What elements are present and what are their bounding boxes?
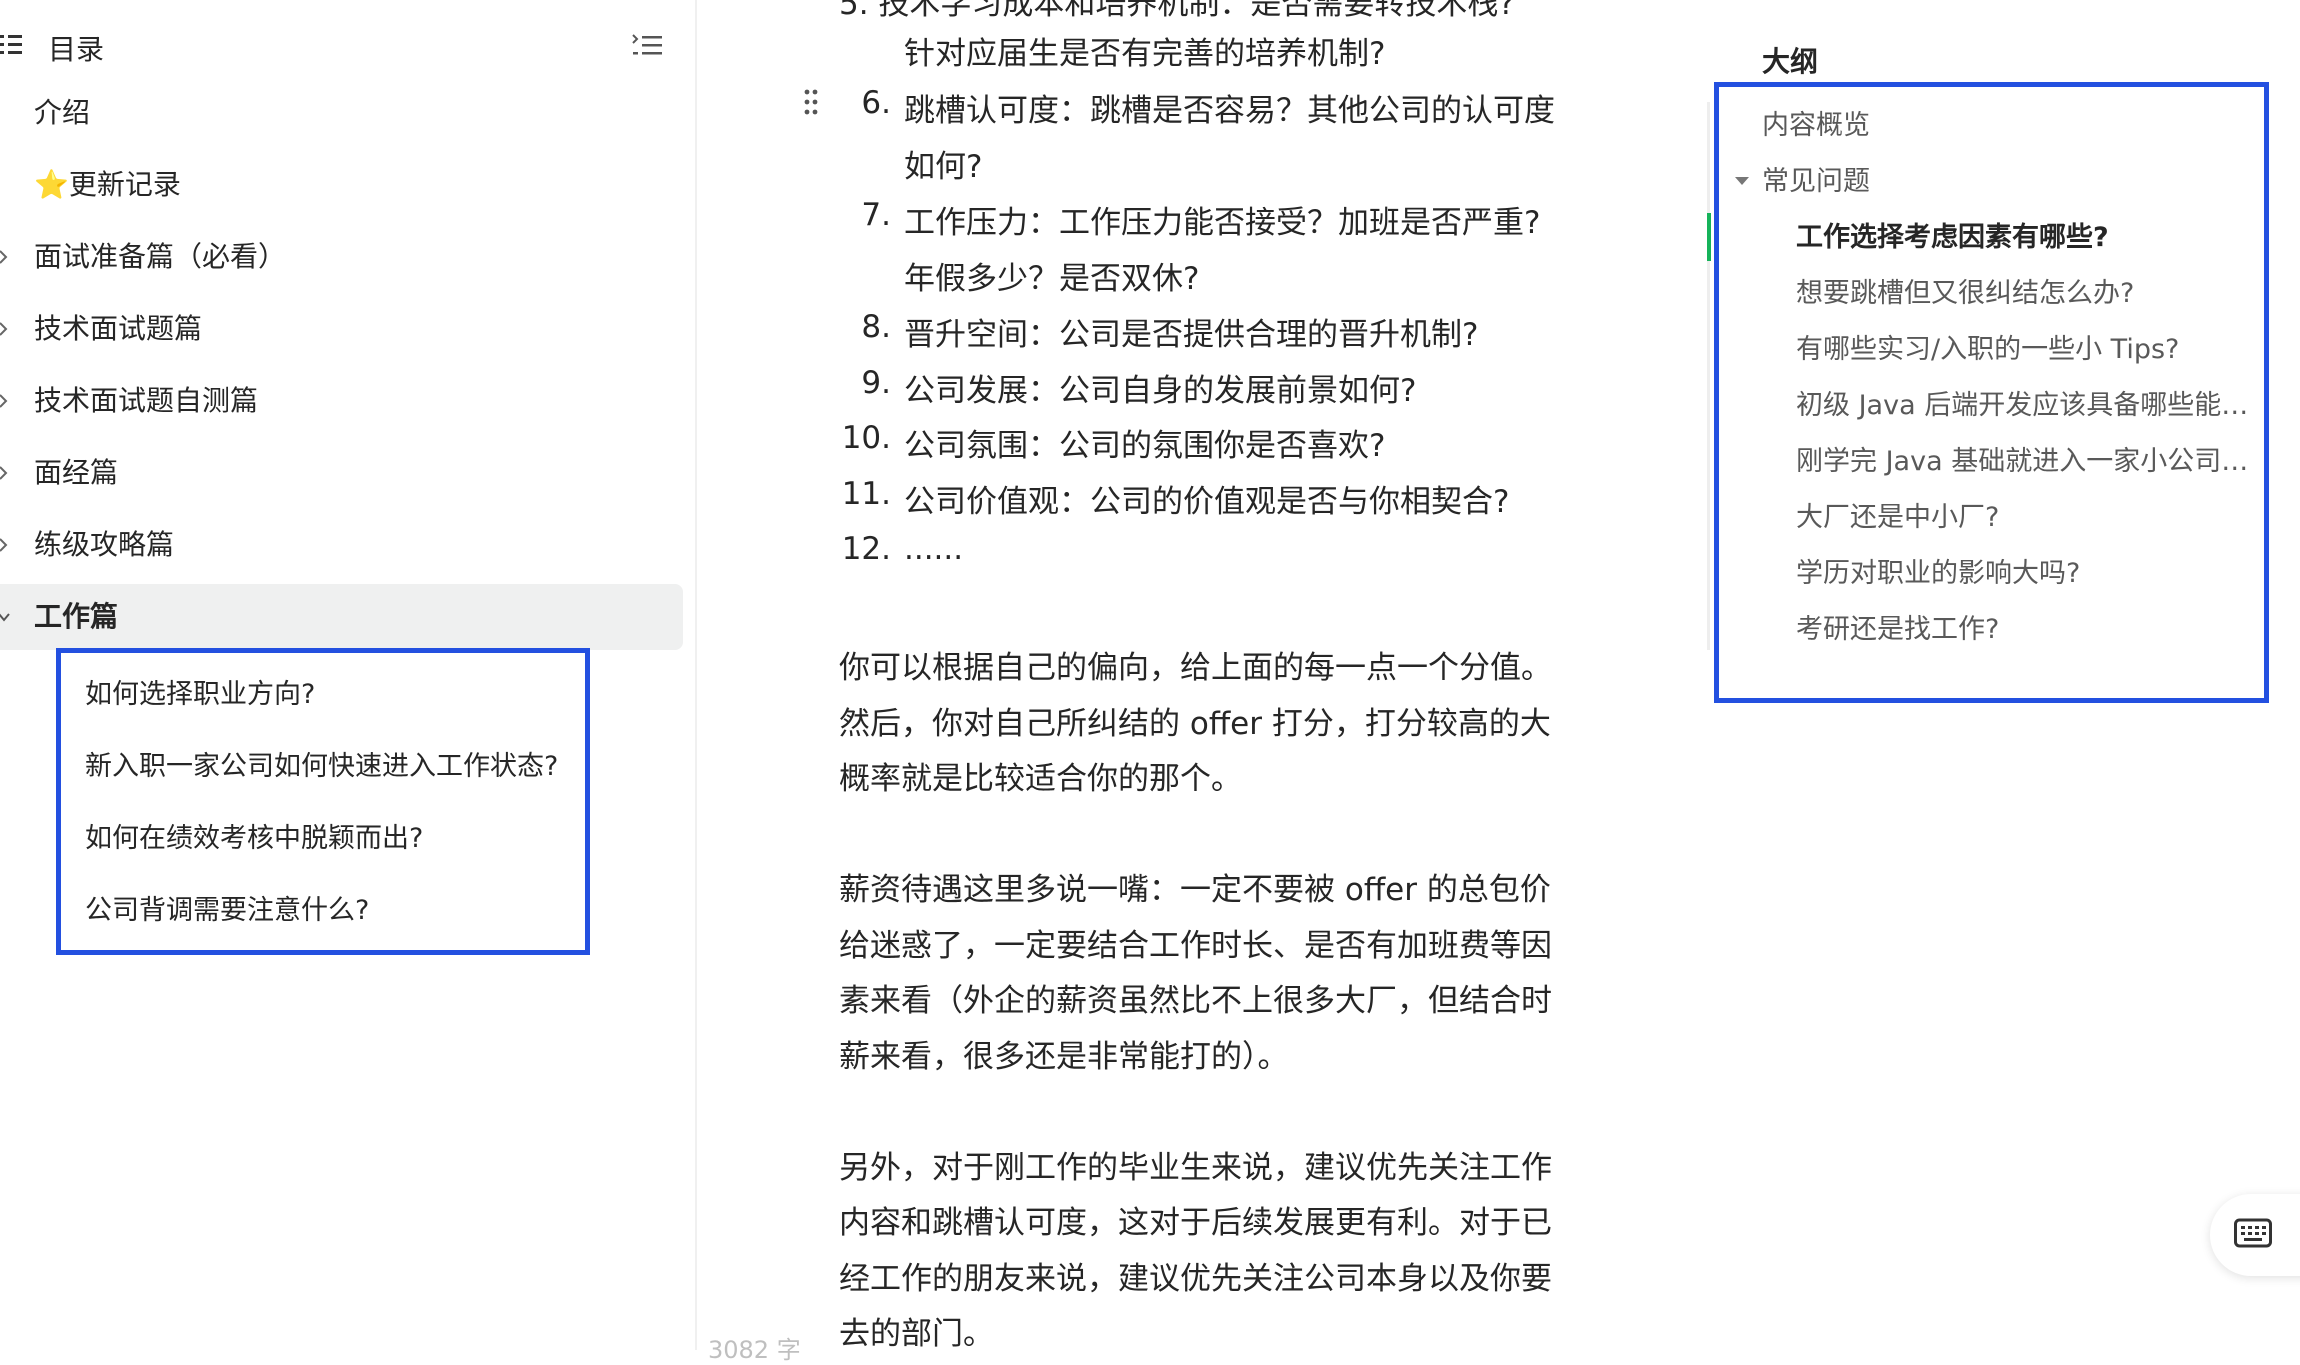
document-content[interactable]: 5. 技术学习成本和培养机制：是否需要转技术栈? 针对应届生是否有完善的培养机制… — [697, 0, 1687, 1350]
sidebar-item-label: 技术面试题自测篇 — [34, 384, 259, 417]
outline-active-marker — [1707, 213, 1711, 261]
list-item-text: 公司发展：公司自身的发展前景如何? — [904, 373, 1417, 409]
list-item-text: 公司价值观：公司的价值观是否与你相契合? — [904, 484, 1510, 520]
outline-item-job-factors[interactable]: 工作选择考虑因素有哪些? — [1796, 218, 2256, 258]
paragraph-line: 内容和跳槽认可度，这对于后续发展更有利。对于已 — [839, 1205, 1552, 1241]
list-item-text: 跳槽认可度：跳槽是否容易？其他公司的认可度 — [904, 93, 1555, 129]
chevron-right-icon[interactable] — [0, 512, 16, 578]
paragraph-line: 给迷惑了，一定要结合工作时长、是否有加班费等因 — [839, 928, 1552, 964]
outline-item-education[interactable]: 学历对职业的影响大吗? — [1796, 554, 2256, 594]
sidebar-subitem-career-direction[interactable]: 如何选择职业方向? — [85, 670, 315, 720]
list-item-text: 工作压力：工作压力能否接受？加班是否严重? — [904, 205, 1541, 241]
outline-item-junior-java-skills[interactable]: 初级 Java 后端开发应该具备哪些能力? — [1796, 386, 2256, 426]
list-icon — [0, 35, 22, 54]
sidebar-item-work[interactable]: 工作篇 — [0, 584, 683, 650]
sidebar-item-intro[interactable]: 介绍 — [0, 80, 683, 146]
sidebar-item-self-test[interactable]: 技术面试题自测篇 — [0, 368, 683, 434]
sidebar-subitem-background-check[interactable]: 公司背调需要注意什么? — [85, 886, 369, 936]
drag-handle-icon[interactable] — [803, 88, 819, 116]
list-item-text: 晋升空间：公司是否提供合理的晋升机制? — [904, 317, 1479, 353]
sidebar-subitem-performance-review[interactable]: 如何在绩效考核中脱颖而出? — [85, 814, 423, 864]
chevron-down-icon[interactable] — [0, 584, 16, 650]
chevron-right-icon[interactable] — [0, 440, 16, 506]
outline-item-faq[interactable]: 常见问题 — [1762, 162, 2232, 202]
list-item-text: 针对应届生是否有完善的培养机制? — [904, 36, 1386, 72]
sidebar-header: 目录 — [0, 20, 697, 70]
outline-item-big-vs-small[interactable]: 大厂还是中小厂? — [1796, 498, 2256, 538]
outline-item-small-company[interactable]: 刚学完 Java 基础就进入一家小公司实习? — [1796, 442, 2256, 482]
list-item-text: 如何? — [904, 149, 983, 185]
paragraph-line: 薪来看，很多还是非常能打的）。 — [839, 1039, 1289, 1075]
list-number: 10. — [841, 420, 891, 456]
sidebar-item-label: 工作篇 — [34, 600, 119, 633]
paragraph-line: 素来看（外企的薪资虽然比不上很多大厂，但结合时 — [839, 983, 1552, 1019]
outline-item-overview[interactable]: 内容概览 — [1762, 106, 2232, 146]
outline-item-internship-tips[interactable]: 有哪些实习/入职的一些小 Tips? — [1796, 330, 2256, 370]
sidebar-item-label: ⭐更新记录 — [34, 168, 181, 201]
list-number: 11. — [841, 476, 891, 512]
sidebar-item-label: 面试准备篇（必看） — [34, 240, 287, 273]
paragraph-line: 经工作的朋友来说，建议优先关注公司本身以及你要 — [839, 1261, 1552, 1297]
paragraph-line: 去的部门。 — [839, 1316, 994, 1350]
list-number: 7. — [861, 197, 891, 233]
sidebar-item-label: 技术面试题篇 — [34, 312, 203, 345]
outline-title: 大纲 — [1762, 45, 1819, 78]
sidebar-item-label: 介绍 — [34, 96, 91, 129]
list-item-text: ...... — [904, 531, 964, 567]
list-item-text: 5. 技术学习成本和培养机制：是否需要转技术栈? — [839, 0, 1515, 22]
list-number: 6. — [861, 85, 891, 121]
paragraph-line: 然后，你对自己所纠结的 offer 打分，打分较高的大 — [839, 706, 1551, 742]
sidebar-item-tech-questions[interactable]: 技术面试题篇 — [0, 296, 683, 362]
list-item-text: 公司氛围：公司的氛围你是否喜欢? — [904, 428, 1386, 464]
sidebar-item-interview-experience[interactable]: 面经篇 — [0, 440, 683, 506]
sidebar-item-label: 面经篇 — [34, 456, 119, 489]
list-item-text: 年假多少？是否双休? — [904, 261, 1200, 297]
sidebar-title: 目录 — [48, 33, 105, 66]
outline-rail — [1707, 102, 1710, 650]
sidebar-item-label: 练级攻略篇 — [34, 528, 175, 561]
outline-item-grad-school[interactable]: 考研还是找工作? — [1796, 610, 2256, 650]
paragraph-line: 概率就是比较适合你的那个。 — [839, 761, 1242, 797]
sidebar-item-interview-prep[interactable]: 面试准备篇（必看） — [0, 224, 683, 290]
keyboard-button[interactable] — [2210, 1194, 2300, 1276]
work-subitems-highlight: 如何选择职业方向? 新入职一家公司如何快速进入工作状态? 如何在绩效考核中脱颖而… — [56, 648, 590, 955]
list-number: 8. — [861, 309, 891, 345]
chevron-right-icon[interactable] — [0, 296, 16, 362]
sidebar: 目录 介绍 ⭐更新记录 面试准备篇（必看） 技术面试题篇 技术面试题自测篇 面经… — [0, 0, 697, 1350]
collapse-list-icon[interactable] — [630, 30, 664, 60]
list-number: 12. — [841, 531, 891, 567]
chevron-right-icon[interactable] — [0, 368, 16, 434]
sidebar-item-leveling-guide[interactable]: 练级攻略篇 — [0, 512, 683, 578]
outline-item-job-hopping[interactable]: 想要跳槽但又很纠结怎么办? — [1796, 274, 2256, 314]
chevron-right-icon[interactable] — [0, 224, 16, 290]
paragraph-line: 你可以根据自己的偏向，给上面的每一点一个分值。 — [839, 650, 1552, 686]
keyboard-icon — [2234, 1218, 2272, 1248]
sidebar-item-changelog[interactable]: ⭐更新记录 — [0, 152, 683, 218]
list-number: 9. — [861, 365, 891, 401]
paragraph-line: 薪资待遇这里多说一嘴：一定不要被 offer 的总包价 — [839, 872, 1551, 908]
paragraph-line: 另外，对于刚工作的毕业生来说，建议优先关注工作 — [839, 1150, 1552, 1186]
sidebar-subitem-onboarding[interactable]: 新入职一家公司如何快速进入工作状态? — [85, 742, 558, 792]
